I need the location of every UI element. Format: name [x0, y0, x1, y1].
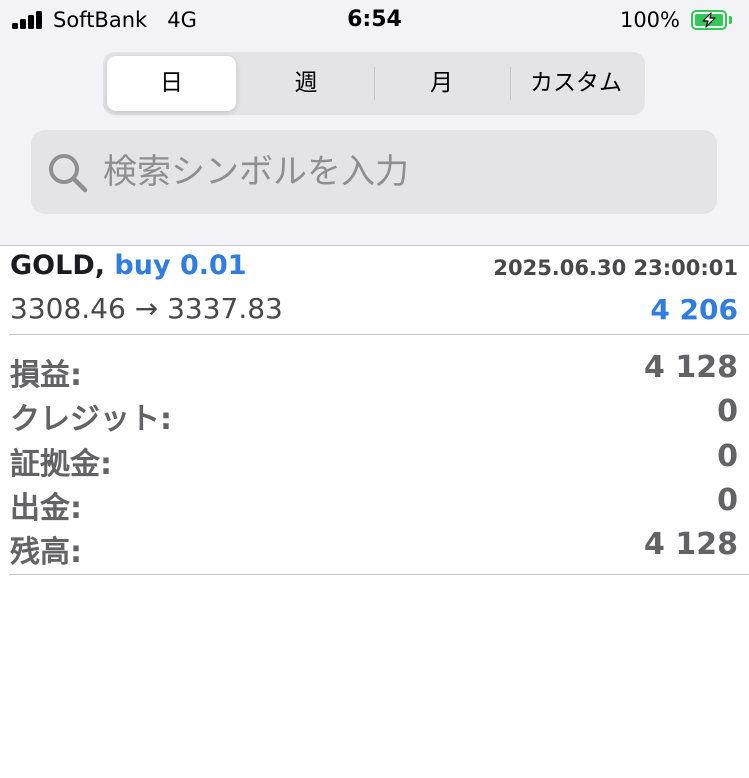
close-price: 3337.83	[167, 292, 283, 325]
summary-label: 残高:	[10, 535, 82, 570]
summary-label: クレジット:	[10, 402, 172, 437]
tab-custom[interactable]: カスタム	[511, 56, 641, 111]
arrow-icon: →	[134, 292, 159, 325]
summary-label: 証拠金:	[10, 447, 112, 482]
battery-percent: 100%	[619, 8, 680, 32]
tab-month[interactable]: 月	[375, 56, 508, 111]
trade-datetime: 2025.06.30 23:00:01	[493, 256, 738, 280]
summary-value: 0	[717, 394, 738, 429]
summary-bottom-divider	[9, 574, 749, 575]
search-icon	[49, 154, 88, 193]
trade-side-volume: buy 0.01	[114, 250, 247, 281]
summary-label: 出金:	[10, 491, 82, 526]
summary-value: 4 128	[644, 527, 738, 562]
list-top-divider	[0, 245, 749, 246]
trade-symbol: GOLD,	[10, 250, 105, 281]
summary-row-credit: クレジット: 0	[10, 394, 738, 438]
status-bar: SoftBank 4G 6:54 100%	[0, 0, 749, 42]
battery-icon	[691, 10, 727, 30]
summary-value: 4 128	[644, 350, 738, 385]
trade-profit: 4 206	[650, 293, 738, 326]
search-input[interactable]	[103, 130, 703, 214]
summary-value: 0	[717, 483, 738, 518]
trade-divider	[9, 334, 749, 335]
search-bar[interactable]	[31, 130, 717, 214]
summary-row-profit: 損益: 4 128	[10, 350, 738, 394]
open-price: 3308.46	[10, 292, 126, 325]
summary-row-withdrawal: 出金: 0	[10, 483, 738, 527]
tab-day[interactable]: 日	[107, 56, 236, 111]
period-segmented-control: 日 週 月 カスタム	[103, 52, 645, 115]
summary-value: 0	[717, 439, 738, 474]
summary-row-balance: 残高: 4 128	[10, 527, 738, 571]
charging-bolt-icon	[702, 12, 716, 28]
summary-row-margin: 証拠金: 0	[10, 439, 738, 483]
tab-week[interactable]: 週	[240, 56, 372, 111]
summary-label: 損益:	[10, 358, 82, 393]
trade-prices: 3308.46 → 3337.83	[10, 292, 283, 325]
trade-symbol-line: GOLD, buy 0.01	[10, 250, 247, 281]
battery-tip	[729, 16, 732, 24]
